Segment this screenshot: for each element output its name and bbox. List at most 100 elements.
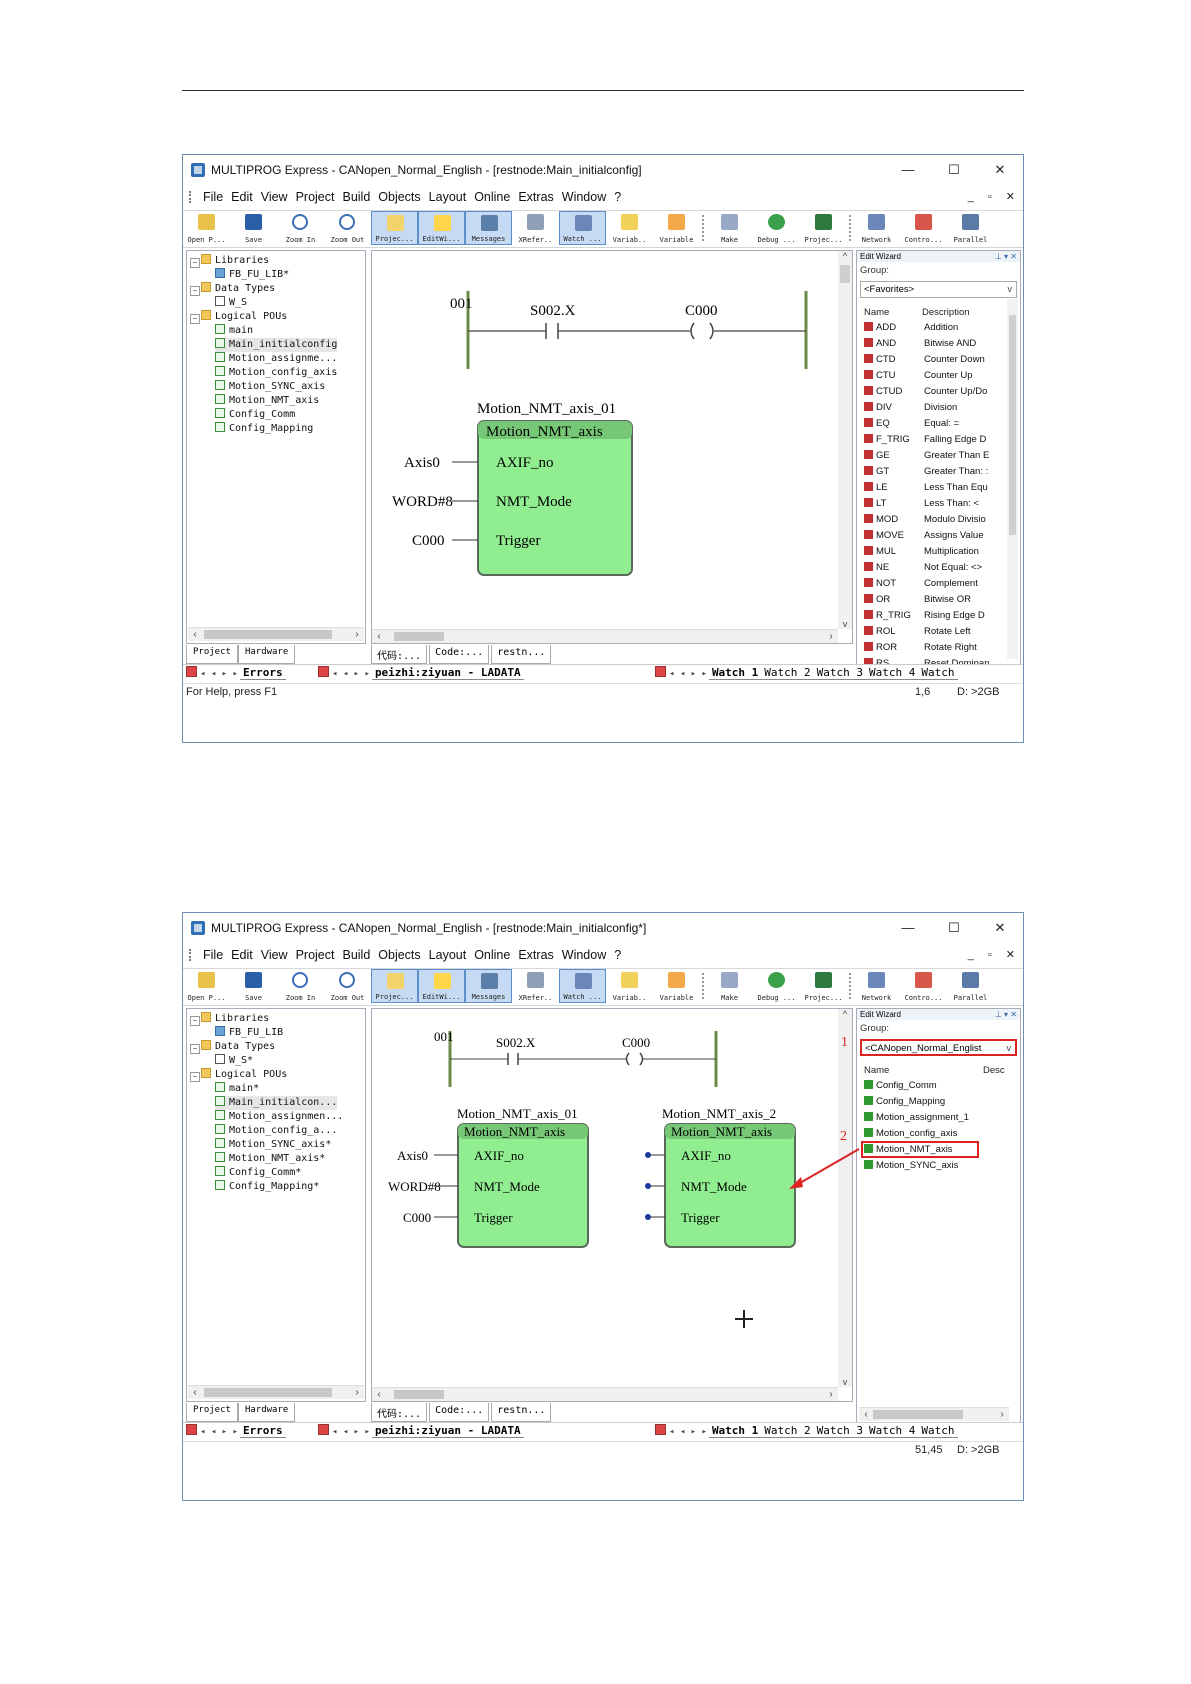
tab-watch-2[interactable]: Watch 2 [761,666,814,680]
menu-layout[interactable]: Layout [429,948,467,962]
tab-project[interactable]: Project [186,645,238,664]
tree-pou[interactable]: Config_Comm [215,408,295,422]
edit-wizard-toggle[interactable]: EditWi... [418,969,465,1003]
scroll-left-icon[interactable]: ‹ [188,1386,202,1399]
debug-button[interactable]: Debug ... [753,969,800,1003]
tab-code[interactable]: Code:... [429,645,490,664]
tab-watch-4[interactable]: Watch 4 [866,1424,919,1438]
tab-code-cn[interactable]: 代码:... [371,1403,428,1422]
menu-edit[interactable]: Edit [231,190,253,204]
tree-pou[interactable]: Motion_NMT_axis [215,394,319,408]
wizard-item[interactable]: MOD Modulo Divisio [864,513,986,527]
col-name-header[interactable]: Name [864,1065,889,1076]
tab-path[interactable]: peizhi:ziyuan - LADATA [371,666,524,680]
scroll-right-icon[interactable]: › [350,1386,364,1399]
zoom-out-button[interactable]: Zoom Out [324,969,371,1003]
wizard-item[interactable]: NE Not Equal: <> [864,561,982,575]
scroll-left-icon[interactable]: ‹ [372,630,386,643]
tab-nav-arrows-icon[interactable]: ◂ ◂ ▸ ▸ [669,1427,707,1437]
menu-edit[interactable]: Edit [231,948,253,962]
control-button[interactable]: Contro... [900,969,947,1003]
wizard-vscrollbar[interactable] [1007,299,1018,659]
wizard-item[interactable]: CTD Counter Down [864,353,985,367]
group-select[interactable]: <Favorites> [860,281,1017,298]
editor-hscrollbar[interactable]: ‹ › [372,629,838,643]
col-desc-header[interactable]: Description [922,307,970,318]
tree-logical-pous[interactable]: Logical POUs [201,310,287,324]
wizard-item[interactable]: CTUD Counter Up/Do [864,385,987,399]
tab-watch-2[interactable]: Watch 2 [761,1424,814,1438]
minimize-icon[interactable]: — [885,913,931,943]
wizard-item[interactable]: AND Bitwise AND [864,337,976,351]
wizard-item[interactable]: ADD Addition [864,321,958,335]
tree-collapse-icon[interactable]: − [190,314,200,324]
scroll-thumb[interactable] [394,632,444,641]
tab-nav-arrows-icon[interactable]: ◂ ◂ ▸ ▸ [200,669,238,679]
tree-hscrollbar[interactable]: ‹ › [188,627,364,641]
scroll-thumb[interactable] [204,1388,332,1397]
tree-pou[interactable]: Motion_SYNC_axis* [215,1138,331,1152]
editor-hscrollbar[interactable]: ‹ › [372,1387,838,1401]
tree-pou[interactable]: Motion_NMT_axis* [215,1152,325,1166]
wizard-item[interactable]: NOT Complement [864,577,978,591]
tree-collapse-icon[interactable]: − [190,286,200,296]
menu-file[interactable]: File [203,948,223,962]
wizard-item[interactable]: GT Greater Than: : [864,465,988,479]
save-button[interactable]: Save [230,211,277,245]
open-project-button[interactable]: Open P... [183,969,230,1003]
col-desc-header[interactable]: Desc [983,1065,1005,1076]
parallel-button[interactable]: Parallel [947,211,994,245]
scroll-up-icon[interactable]: ^ [838,251,852,261]
scroll-right-icon[interactable]: › [824,630,838,643]
menu-build[interactable]: Build [342,948,370,962]
menu-project[interactable]: Project [296,190,335,204]
wizard-item[interactable]: LT Less Than: < [864,497,979,511]
tree-pou[interactable]: Config_Mapping [215,422,313,436]
menu-help[interactable]: ? [614,948,621,962]
tree-hscrollbar[interactable]: ‹ › [188,1385,364,1399]
menu-online[interactable]: Online [474,948,510,962]
wizard-item[interactable]: GE Greater Than E [864,449,989,463]
tree-logical-pous[interactable]: Logical POUs [201,1068,287,1082]
scroll-left-icon[interactable]: ‹ [372,1388,386,1401]
zoom-out-button[interactable]: Zoom Out [324,211,371,245]
tab-watch-1[interactable]: Watch 1 [708,1424,762,1438]
wizard-item[interactable]: CTU Counter Up [864,369,973,383]
wizard-item[interactable]: F_TRIG Falling Edge D [864,433,986,447]
minimize-icon[interactable]: — [885,155,931,185]
variable-button[interactable]: Variable [653,211,700,245]
tree-type-item[interactable]: W_S [215,296,247,310]
mdi-close-icon[interactable]: ✕ [1006,186,1015,208]
scroll-right-icon[interactable]: › [995,1408,1009,1421]
wizard-item[interactable]: Motion_SYNC_axis [864,1159,958,1173]
tab-watch-4[interactable]: Watch 4 [866,666,919,680]
wizard-item[interactable]: ROL Rotate Left [864,625,970,639]
wizard-item[interactable]: LE Less Than Equ [864,481,988,495]
variables-toggle[interactable]: Variab.. [606,211,653,245]
scroll-down-icon[interactable]: v [838,619,852,629]
tree-pou[interactable]: Config_Mapping* [215,1180,319,1194]
ladder-editor[interactable]: 001 S002.X C000 Motion_NMT_axis_01 Motio… [371,1008,853,1402]
menu-view[interactable]: View [261,948,288,962]
menu-help[interactable]: ? [614,190,621,204]
mdi-restore-icon[interactable]: ▫ [988,186,992,208]
messages-toggle[interactable]: Messages [465,211,512,245]
col-name-header[interactable]: Name [864,307,889,318]
tree-pou[interactable]: Main_initialconfig [215,338,338,352]
project-tree-toggle[interactable]: Projec... [371,969,418,1003]
tab-watch-1[interactable]: Watch 1 [708,666,762,680]
tree-pou[interactable]: Motion_config_axis [215,366,337,380]
editor-vscrollbar[interactable]: ^ v [838,251,852,629]
menu-build[interactable]: Build [342,190,370,204]
wizard-item[interactable]: R_TRIG Rising Edge D [864,609,985,623]
editor-vscrollbar[interactable]: ^ v [838,1009,852,1387]
tab-code-cn[interactable]: 代码:... [371,645,428,664]
project-tree-toggle[interactable]: Projec... [371,211,418,245]
tree-lib-item[interactable]: FB_FU_LIB* [215,268,289,282]
tree-libraries[interactable]: Libraries [201,254,269,268]
xref-toggle[interactable]: XRefer.. [512,211,559,245]
wizard-hscrollbar[interactable]: ‹ › [859,1407,1009,1421]
scroll-right-icon[interactable]: › [350,628,364,641]
menu-extras[interactable]: Extras [518,948,553,962]
scroll-left-icon[interactable]: ‹ [188,628,202,641]
